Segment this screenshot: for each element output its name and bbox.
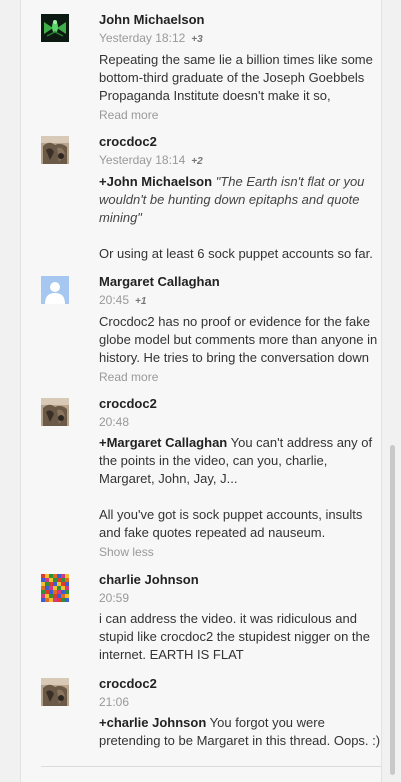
avatar[interactable] <box>41 276 69 304</box>
alien-avatar-icon <box>41 14 69 42</box>
text-line: All you've got is sock puppet accounts, … <box>99 507 363 522</box>
scrollbar[interactable] <box>386 0 398 782</box>
comment-author[interactable]: crocdoc2 <box>99 133 381 150</box>
text-line: Or using at least 6 sock puppet accounts… <box>99 246 373 261</box>
comment-time[interactable]: Yesterday 18:12 <box>99 31 185 45</box>
comment-meta: 20:59 <box>99 590 381 607</box>
mosaic-avatar-icon <box>41 574 69 602</box>
comment-time[interactable]: 20:45 <box>99 293 129 307</box>
comment-author[interactable]: crocdoc2 <box>99 675 381 692</box>
comment-meta: 21:06 <box>99 694 381 711</box>
text-line: bottom-third graduate of the Joseph Goeb… <box>99 70 365 85</box>
comment-meta: Yesterday 18:14 +2 <box>99 152 381 170</box>
comment-time[interactable]: Yesterday 18:14 <box>99 153 185 167</box>
comment-time[interactable]: 21:06 <box>99 695 129 709</box>
comment-time[interactable]: 20:59 <box>99 591 129 605</box>
quote-text: mining" <box>99 210 142 225</box>
avatar[interactable] <box>41 574 69 602</box>
rock-avatar-icon <box>41 678 69 706</box>
text-line: Crocdoc2 has no proof or evidence for th… <box>99 314 370 329</box>
avatar[interactable] <box>41 678 69 706</box>
text-line: i can address the video. it was ridiculo… <box>99 611 357 626</box>
scrollbar-thumb[interactable] <box>390 445 395 775</box>
text-line: Margaret, John, Jay, J... <box>99 471 238 486</box>
text-line: history. He tries to bring the conversat… <box>99 350 370 365</box>
comment-text: Crocdoc2 has no proof or evidence for th… <box>99 313 381 367</box>
divider <box>41 766 381 767</box>
comment-text: +charlie Johnson You forgot you were pre… <box>99 714 381 750</box>
text-line: You can't address any of <box>227 435 373 450</box>
comment-author[interactable]: John Michaelson <box>99 11 381 28</box>
text-line: and fake quotes repeated ad nauseum. <box>99 525 326 540</box>
default-person-icon <box>41 276 69 304</box>
comment-author[interactable]: Margaret Callaghan <box>99 273 381 290</box>
comment-meta: 20:45 +1 <box>99 292 381 310</box>
text-line: Propaganda Institute doesn't make it so, <box>99 88 331 103</box>
comment-meta: 20:48 <box>99 414 381 431</box>
comment-meta: Yesterday 18:12 +3 <box>99 30 381 48</box>
rock-avatar-icon <box>41 398 69 426</box>
read-more-link[interactable]: Read more <box>99 107 381 124</box>
comments-panel: John Michaelson Yesterday 18:12 +3 Repeat… <box>20 0 382 782</box>
text-line: globe model but comments more than anyon… <box>99 332 378 347</box>
plus-count[interactable]: +1 <box>135 296 146 307</box>
text-line: the points in the video, can you, charli… <box>99 453 328 468</box>
quote-text: "The Earth isn't flat or you <box>215 174 365 189</box>
text-line: stupid like crocdoc2 the stupidest nigge… <box>99 629 371 644</box>
quote-text: wouldn't be hunting down epitaphs and qu… <box>99 192 360 207</box>
comment-author[interactable]: charlie Johnson <box>99 571 381 588</box>
plus-count[interactable]: +2 <box>191 156 202 167</box>
text-line: pretending to be Margaret in this thread… <box>99 733 381 748</box>
text-line: Repeating the same lie a billion times l… <box>99 52 373 67</box>
mention-link[interactable]: +charlie Johnson <box>99 715 206 730</box>
show-less-link[interactable]: Show less <box>99 544 381 561</box>
comment-author[interactable]: crocdoc2 <box>99 395 381 412</box>
mention-link[interactable]: +John Michaelson <box>99 174 212 189</box>
text-line: You forgot you were <box>206 715 325 730</box>
comment-text: +John Michaelson "The Earth isn't flat o… <box>99 173 381 263</box>
plus-count[interactable]: +3 <box>191 34 202 45</box>
comment-text: i can address the video. it was ridiculo… <box>99 610 381 664</box>
avatar[interactable] <box>41 14 69 42</box>
rock-avatar-icon <box>41 136 69 164</box>
avatar[interactable] <box>41 398 69 426</box>
comment-text: Repeating the same lie a billion times l… <box>99 51 381 105</box>
avatar[interactable] <box>41 136 69 164</box>
read-more-link[interactable]: Read more <box>99 369 381 386</box>
text-line: internet. EARTH IS FLAT <box>99 647 244 662</box>
comment-text: +Margaret Callaghan You can't address an… <box>99 434 381 542</box>
mention-link[interactable]: +Margaret Callaghan <box>99 435 227 450</box>
comment-time[interactable]: 20:48 <box>99 415 129 429</box>
